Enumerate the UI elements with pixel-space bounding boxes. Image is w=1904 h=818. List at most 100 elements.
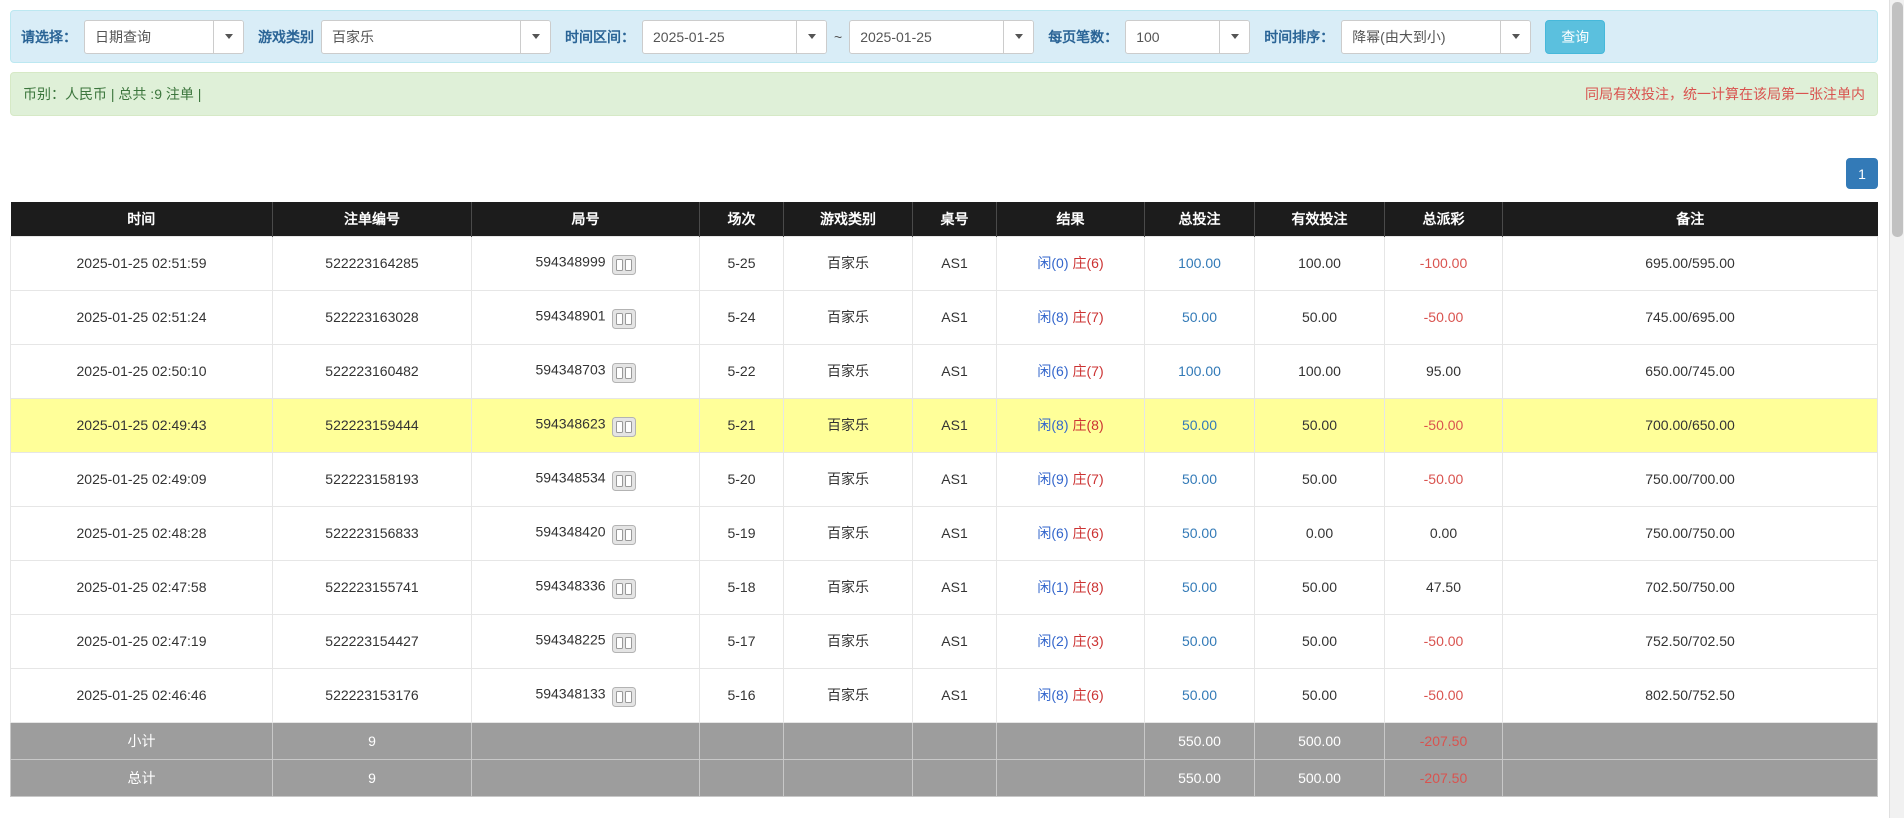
column-header: 游戏类别	[783, 202, 913, 236]
bet-id-cell: 522223155741	[272, 559, 472, 615]
bet-id-cell: 522223159444	[272, 397, 472, 453]
query-type-value: 日期查询	[95, 28, 151, 45]
table-row: 2025-01-25 02:51:59 522223164285 5943489…	[10, 235, 1878, 291]
total-bet-link[interactable]: 50.00	[1182, 687, 1217, 703]
total-bet-link[interactable]: 50.00	[1182, 471, 1217, 487]
column-header: 桌号	[912, 202, 997, 236]
total-bet-link[interactable]: 50.00	[1182, 579, 1217, 595]
total-bet-link[interactable]: 50.00	[1182, 633, 1217, 649]
round-id: 594348623	[535, 415, 606, 432]
valid-bet-cell: 50.00	[1254, 397, 1385, 453]
cards-icon[interactable]	[611, 309, 636, 329]
date-to-input[interactable]: 2025-01-25	[849, 19, 1035, 54]
payout-cell: -100.00	[1384, 235, 1503, 291]
filter-bar: 请选择： 日期查询 游戏类别 百家乐 时间区间： 2025-01-25 ~ 20…	[10, 10, 1878, 63]
valid-bet-cell: 100.00	[1254, 343, 1385, 399]
cards-icon[interactable]	[611, 525, 636, 545]
result-banker: 庄(7)	[1072, 363, 1104, 379]
game-type-value: 百家乐	[332, 28, 374, 45]
grand-total-row: 总计 9 550.00 500.00 -207.50	[10, 758, 1878, 797]
result-banker: 庄(6)	[1072, 687, 1104, 703]
footer-empty-cell	[471, 721, 700, 760]
total-bet-link[interactable]: 100.00	[1178, 363, 1221, 379]
total-bet-link[interactable]: 100.00	[1178, 255, 1221, 271]
session-cell: 5-17	[699, 613, 784, 669]
page: 请选择： 日期查询 游戏类别 百家乐 时间区间： 2025-01-25 ~ 20…	[0, 0, 1904, 818]
payout-cell: -50.00	[1384, 667, 1503, 723]
game-type-select[interactable]: 百家乐	[321, 19, 551, 54]
total-bet-cell: 100.00	[1144, 235, 1255, 291]
table-body: 2025-01-25 02:51:59 522223164285 5943489…	[10, 235, 1878, 723]
result-banker: 庄(7)	[1072, 471, 1104, 487]
total-bet-cell: 50.00	[1144, 289, 1255, 345]
remark-cell: 702.50/750.00	[1502, 559, 1878, 615]
payout-cell: -50.00	[1384, 451, 1503, 507]
result-player: 闲(2)	[1037, 633, 1069, 649]
payout-cell: 47.50	[1384, 559, 1503, 615]
cards-icon[interactable]	[611, 255, 636, 275]
valid-bet-cell: 50.00	[1254, 451, 1385, 507]
cards-icon[interactable]	[611, 417, 636, 437]
bet-id-cell: 522223163028	[272, 289, 472, 345]
total-bet-link[interactable]: 50.00	[1182, 525, 1217, 541]
date-from-value: 2025-01-25	[653, 28, 725, 45]
round-id-cell: 594348999	[471, 235, 700, 291]
total-bet-cell: 50.00	[1144, 397, 1255, 453]
footer-payout-cell: -207.50	[1384, 721, 1503, 760]
session-cell: 5-16	[699, 667, 784, 723]
session-cell: 5-25	[699, 235, 784, 291]
column-header: 有效投注	[1254, 202, 1385, 236]
table-row: 2025-01-25 02:51:24 522223163028 5943489…	[10, 289, 1878, 345]
result-cell: 闲(0) 庄(6)	[996, 235, 1145, 291]
round-id: 594348420	[535, 523, 606, 540]
round-id: 594348901	[535, 307, 606, 324]
result-cell: 闲(8) 庄(7)	[996, 289, 1145, 345]
footer-empty-cell	[912, 758, 997, 797]
table-no-cell: AS1	[912, 343, 997, 399]
table-row: 2025-01-25 02:50:10 522223160482 5943487…	[10, 343, 1878, 399]
result-cell: 闲(9) 庄(7)	[996, 451, 1145, 507]
cards-icon[interactable]	[611, 687, 636, 707]
session-cell: 5-18	[699, 559, 784, 615]
round-id: 594348999	[535, 253, 606, 270]
result-banker: 庄(7)	[1072, 309, 1104, 325]
page-size-input[interactable]: 100	[1125, 19, 1251, 54]
cards-icon[interactable]	[611, 363, 636, 383]
column-header: 总投注	[1144, 202, 1255, 236]
game-type-cell: 百家乐	[783, 343, 913, 399]
date-from-input[interactable]: 2025-01-25	[642, 19, 827, 54]
summary-bar: 币别：人民币 | 总共 :9 注单 | 同局有效投注，统一计算在该局第一张注单内	[10, 72, 1878, 116]
time-sort-select[interactable]: 降幂(由大到小)	[1341, 19, 1532, 54]
round-id-cell: 594348623	[471, 397, 700, 453]
footer-empty-cell	[996, 721, 1145, 760]
table-row: 2025-01-25 02:47:19 522223154427 5943482…	[10, 613, 1878, 669]
chevron-down-icon	[213, 20, 243, 53]
footer-empty-cell	[1502, 721, 1878, 760]
query-button[interactable]: 查询	[1545, 19, 1606, 54]
time-sort-label: 时间排序：	[1264, 28, 1335, 45]
query-type-select[interactable]: 日期查询	[84, 19, 244, 54]
session-cell: 5-19	[699, 505, 784, 561]
footer-count-cell: 9	[272, 721, 472, 760]
valid-bet-cell: 50.00	[1254, 667, 1385, 723]
cards-icon[interactable]	[611, 633, 636, 653]
chevron-down-icon	[1003, 20, 1034, 53]
total-bet-cell: 50.00	[1144, 667, 1255, 723]
column-header: 场次	[699, 202, 784, 236]
payout-cell: -50.00	[1384, 289, 1503, 345]
total-bet-link[interactable]: 50.00	[1182, 309, 1217, 325]
chevron-down-icon	[1500, 20, 1531, 53]
pagination-page-button[interactable]: 1	[1846, 158, 1878, 189]
session-cell: 5-21	[699, 397, 784, 453]
time-cell: 2025-01-25 02:47:58	[10, 559, 273, 615]
round-id-cell: 594348133	[471, 667, 700, 723]
cards-icon[interactable]	[611, 471, 636, 491]
cards-icon[interactable]	[611, 579, 636, 599]
scrollbar-thumb[interactable]	[1892, 2, 1903, 237]
total-bet-link[interactable]: 50.00	[1182, 417, 1217, 433]
result-banker: 庄(3)	[1072, 633, 1104, 649]
pagination: 1	[10, 158, 1878, 189]
vertical-scrollbar[interactable]	[1889, 0, 1904, 818]
column-header: 局号	[471, 202, 700, 236]
total-bet-cell: 100.00	[1144, 343, 1255, 399]
